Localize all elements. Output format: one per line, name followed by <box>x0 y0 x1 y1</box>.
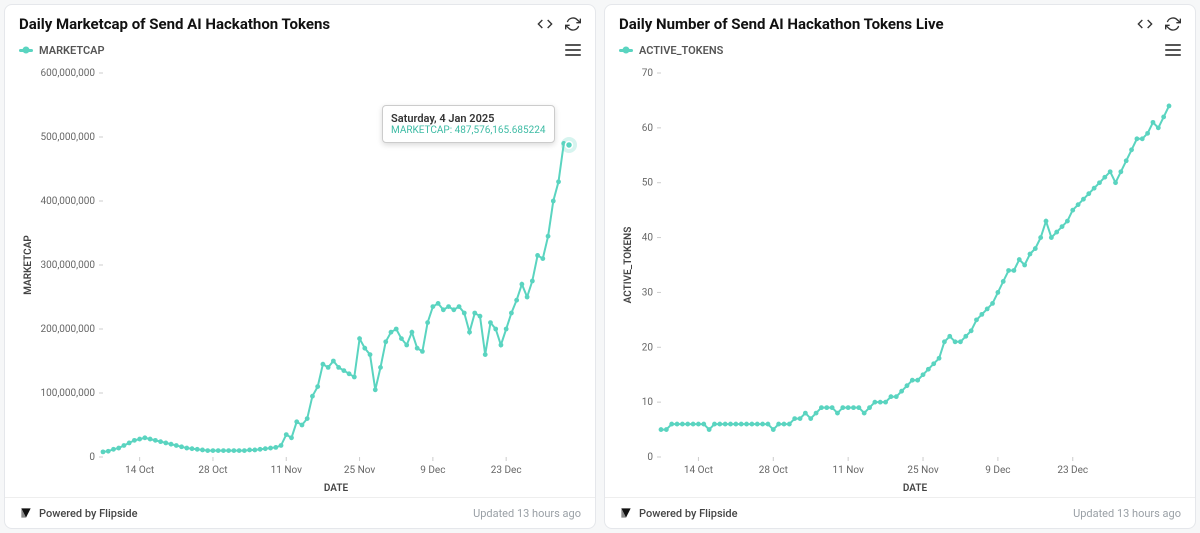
svg-text:ACTIVE_TOKENS: ACTIVE_TOKENS <box>623 227 634 304</box>
svg-text:60: 60 <box>642 123 654 134</box>
svg-text:MARKETCAP: MARKETCAP <box>23 235 34 295</box>
panel-footer: Powered by Flipside Updated 13 hours ago <box>5 497 595 528</box>
svg-text:100,000,000: 100,000,000 <box>40 388 95 399</box>
legend-row: ACTIVE_TOKENS <box>605 37 1195 59</box>
svg-text:DATE: DATE <box>324 483 349 494</box>
svg-text:20: 20 <box>642 342 654 353</box>
svg-text:0: 0 <box>647 452 653 463</box>
svg-text:DATE: DATE <box>903 483 928 494</box>
svg-text:14 Oct: 14 Oct <box>684 465 713 476</box>
legend-item[interactable]: ACTIVE_TOKENS <box>619 44 723 57</box>
svg-text:11 Nov: 11 Nov <box>832 465 863 476</box>
panel-actions <box>1137 16 1181 32</box>
powered-by-text: Powered by Flipside <box>39 507 138 520</box>
svg-text:23 Dec: 23 Dec <box>491 465 522 476</box>
svg-text:70: 70 <box>642 68 654 79</box>
svg-text:50: 50 <box>642 178 654 189</box>
svg-text:30: 30 <box>642 287 654 298</box>
footer-branding[interactable]: Powered by Flipside <box>619 506 738 520</box>
legend-row: MARKETCAP <box>5 37 595 59</box>
panel-footer: Powered by Flipside Updated 13 hours ago <box>605 497 1195 528</box>
svg-text:28 Oct: 28 Oct <box>759 465 788 476</box>
svg-text:14 Oct: 14 Oct <box>125 465 154 476</box>
panel-actions <box>537 16 581 32</box>
code-icon[interactable] <box>1137 16 1153 32</box>
flipside-logo-icon <box>619 506 633 520</box>
chart-panel-marketcap: Daily Marketcap of Send AI Hackathon Tok… <box>4 4 596 529</box>
panel-title: Daily Marketcap of Send AI Hackathon Tok… <box>19 15 330 33</box>
panel-header: Daily Marketcap of Send AI Hackathon Tok… <box>5 5 595 37</box>
panel-header: Daily Number of Send AI Hackathon Tokens… <box>605 5 1195 37</box>
svg-text:500,000,000: 500,000,000 <box>40 132 95 143</box>
svg-text:23 Dec: 23 Dec <box>1057 465 1088 476</box>
svg-text:40: 40 <box>642 233 654 244</box>
svg-text:0: 0 <box>89 452 95 463</box>
legend-label: MARKETCAP <box>39 44 105 57</box>
flipside-logo-icon <box>19 506 33 520</box>
chart-menu-icon[interactable] <box>565 41 581 59</box>
svg-text:28 Oct: 28 Oct <box>198 465 227 476</box>
legend-item[interactable]: MARKETCAP <box>19 44 105 57</box>
code-icon[interactable] <box>537 16 553 32</box>
chart-panel-tokens: Daily Number of Send AI Hackathon Tokens… <box>604 4 1196 529</box>
svg-text:9 Dec: 9 Dec <box>985 465 1010 476</box>
updated-text: Updated 13 hours ago <box>473 507 581 520</box>
refresh-icon[interactable] <box>1165 16 1181 32</box>
svg-text:11 Nov: 11 Nov <box>271 465 302 476</box>
legend-swatch-icon <box>19 49 33 52</box>
svg-text:9 Dec: 9 Dec <box>420 465 445 476</box>
legend-label: ACTIVE_TOKENS <box>639 44 723 57</box>
svg-text:25 Nov: 25 Nov <box>344 465 375 476</box>
chart-menu-icon[interactable] <box>1165 41 1181 59</box>
updated-text: Updated 13 hours ago <box>1073 507 1181 520</box>
svg-text:25 Nov: 25 Nov <box>907 465 938 476</box>
powered-by-text: Powered by Flipside <box>639 507 738 520</box>
svg-text:10: 10 <box>642 397 654 408</box>
footer-branding[interactable]: Powered by Flipside <box>19 506 138 520</box>
refresh-icon[interactable] <box>565 16 581 32</box>
chart-area: 0 10 20 30 40 50 60 70 14 Oct 28 Oct 11 Nov 25 Nov 9… <box>605 59 1195 497</box>
line-chart-marketcap[interactable]: 0 100,000,000 200,000,000 300,000,000 400,00… <box>17 63 583 497</box>
line-chart-tokens[interactable]: 0 10 20 30 40 50 60 70 14 Oct 28 Oct 11 Nov 25 Nov 9… <box>617 63 1183 497</box>
legend-swatch-icon <box>619 49 633 52</box>
svg-text:300,000,000: 300,000,000 <box>40 260 95 271</box>
svg-text:600,000,000: 600,000,000 <box>40 68 95 79</box>
panel-title: Daily Number of Send AI Hackathon Tokens… <box>619 15 944 33</box>
svg-text:200,000,000: 200,000,000 <box>40 324 95 335</box>
chart-area: 0 100,000,000 200,000,000 300,000,000 400,00… <box>5 59 595 497</box>
svg-text:400,000,000: 400,000,000 <box>40 196 95 207</box>
